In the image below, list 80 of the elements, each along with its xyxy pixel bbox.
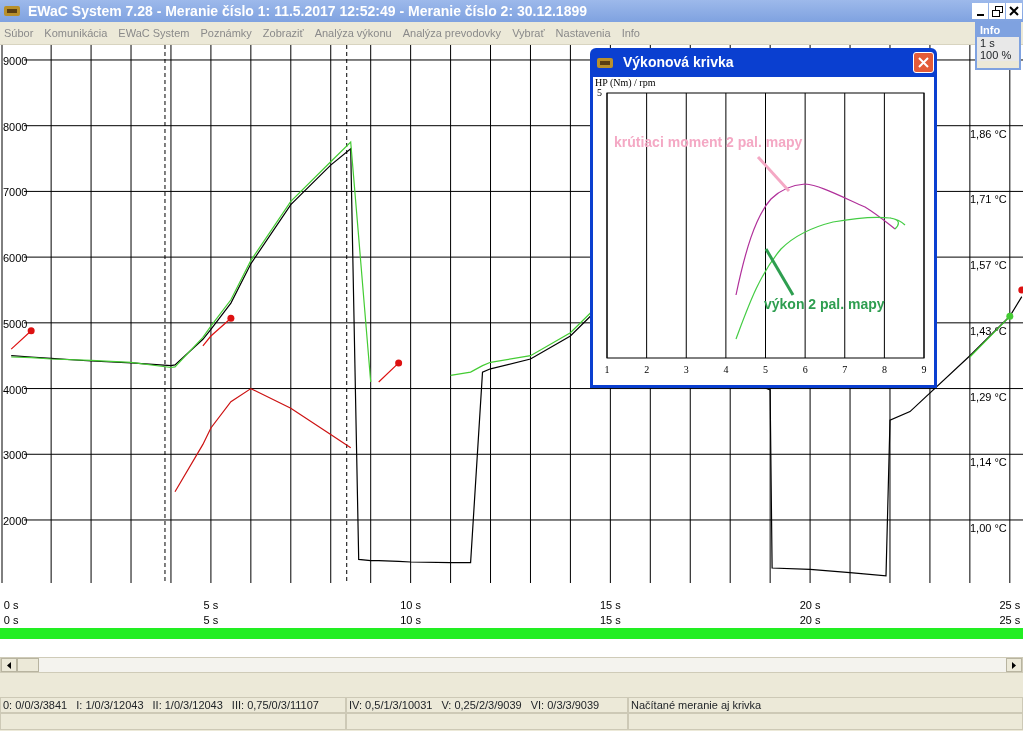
axis-label: 10 s: [400, 614, 422, 626]
axis-label: 1,57 °C: [970, 259, 1007, 272]
close-icon: [918, 57, 929, 68]
horizontal-scrollbar[interactable]: [0, 657, 1023, 673]
restore-icon: [991, 5, 1003, 17]
close-icon: [1009, 6, 1019, 16]
axis-label: 0 s: [3, 599, 19, 611]
axis-label: 2000: [3, 515, 28, 527]
axis-label: 8: [881, 364, 887, 375]
status-text: VI: 0/3/3/9039: [530, 698, 600, 712]
axis-label: 9: [921, 364, 927, 375]
menu-item[interactable]: Vybrať: [508, 24, 549, 42]
menu-item[interactable]: Komunikácia: [40, 24, 112, 42]
close-button[interactable]: [1006, 3, 1022, 19]
status-text: Načítané meranie aj krivka: [631, 698, 762, 712]
menu-item[interactable]: Zobraziť: [258, 24, 308, 42]
minimize-button[interactable]: [972, 3, 988, 19]
menu-item[interactable]: Súbor: [0, 24, 38, 42]
scroll-left-button[interactable]: [1, 658, 17, 672]
menu-item[interactable]: Info: [617, 24, 644, 42]
axis-label: 0 s: [3, 614, 19, 626]
panel-title: Info: [977, 24, 1019, 37]
axis-label: 1,00 °C: [970, 522, 1007, 534]
leader-line: [756, 156, 791, 192]
axis-label: 5 s: [203, 599, 219, 611]
app-icon: [597, 56, 615, 69]
axis-label: 7000: [3, 186, 28, 199]
axis-label: 1,71 °C: [970, 193, 1007, 206]
axis-label: 1,29 °C: [970, 390, 1007, 403]
scroll-thumb[interactable]: [17, 658, 39, 672]
minimize-icon: [976, 13, 984, 16]
app-icon: [4, 5, 20, 17]
leader-line: [764, 248, 795, 296]
status-text: IV: 0,5/1/3/10031: [349, 698, 433, 712]
axis-label: 5 s: [203, 614, 219, 626]
axis-label: 1: [604, 364, 610, 375]
restore-button[interactable]: [989, 3, 1005, 19]
status-text: II: 1/0/3/12043: [152, 698, 223, 712]
axis-label: 25 s: [999, 599, 1021, 611]
cursor-line[interactable]: [346, 45, 348, 584]
axis-label: 2: [644, 364, 650, 375]
axis-label: 1,43 °C: [970, 324, 1007, 337]
cursor-line[interactable]: [164, 45, 166, 584]
axis-label: 20 s: [799, 614, 821, 626]
axis-label: 3: [683, 364, 689, 375]
menu-item[interactable]: EWaC System: [114, 24, 194, 42]
axis-label: 10 s: [400, 599, 422, 611]
left-arrow-icon: [7, 661, 11, 669]
info-text: 100 %: [977, 49, 1019, 61]
axis-label: 5: [597, 87, 602, 98]
window-title: Výkonová krivka: [623, 53, 734, 72]
axis-label: 4000: [3, 383, 28, 396]
menu-item[interactable]: Nastavenia: [551, 24, 615, 42]
axis-label: 1,86 °C: [970, 127, 1007, 140]
scroll-right-button[interactable]: [1006, 658, 1022, 672]
status-text: I: 1/0/3/12043: [76, 698, 144, 712]
axis-label: 25 s: [999, 614, 1021, 626]
axis-label: 6000: [3, 252, 28, 265]
axis-label: 3000: [3, 449, 28, 462]
axis-label: 5: [763, 364, 768, 375]
axis-label: 1,14 °C: [970, 456, 1007, 469]
status-text: III: 0,75/0/3/11107: [231, 698, 319, 712]
menu-item[interactable]: Analýza prevodovky: [398, 24, 506, 42]
axis-label: 6: [802, 364, 808, 375]
axis-label: 5000: [3, 317, 28, 330]
axis-label: 20 s: [799, 599, 821, 611]
status-text: 0: 0/0/3/3841: [3, 698, 68, 712]
axis-label: 4: [723, 364, 729, 375]
axis-label: 15 s: [599, 614, 621, 626]
right-arrow-icon: [1012, 661, 1016, 669]
axis-title: HP (Nm) / rpm: [595, 77, 656, 88]
window-title: EWaC System 7.28 - Meranie číslo 1: 11.5.2017 12:52:49 - Meranie číslo 2: 30.12.1899: [28, 1, 587, 21]
info-text: 1 s: [977, 37, 1019, 49]
axis-label: 7: [842, 364, 848, 375]
axis-label: 9000: [3, 55, 28, 67]
status-text: V: 0,25/2/3/9039: [441, 698, 522, 712]
axis-label: 8000: [3, 120, 28, 133]
menu-item[interactable]: Analýza výkonu: [310, 24, 396, 42]
axis-label: 15 s: [599, 599, 621, 611]
menu-item[interactable]: Poznámky: [196, 24, 256, 42]
